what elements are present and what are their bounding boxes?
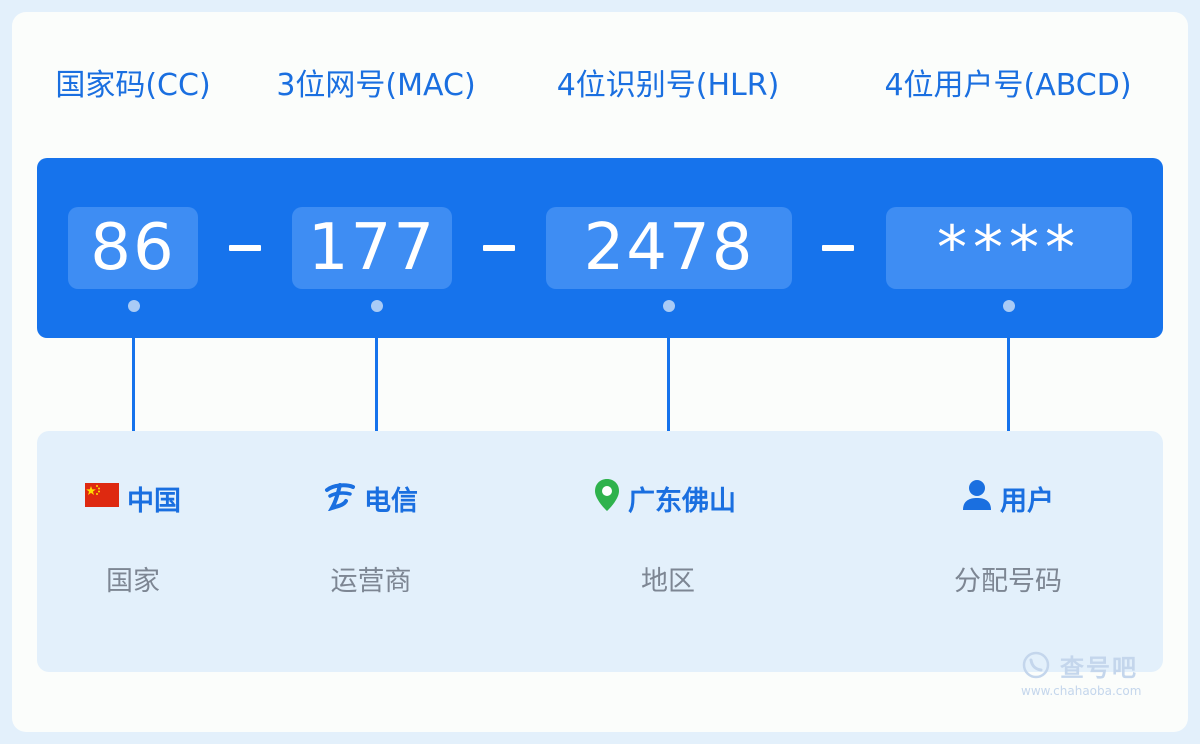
separator-dash [229, 245, 261, 251]
segment-abcd: **** [886, 207, 1132, 289]
segment-mac: 177 [292, 207, 452, 289]
region-desc: 地区 [641, 566, 695, 597]
connector-dot [128, 300, 140, 312]
connector-dot [371, 300, 383, 312]
china-flag-icon [85, 482, 119, 522]
region-label: 广东佛山 [594, 478, 736, 522]
segment-hlr: 2478 [546, 207, 792, 289]
carrier-label: 电信 [324, 482, 418, 522]
region-value: 广东佛山 [628, 486, 736, 517]
carrier-desc: 运营商 [330, 566, 412, 597]
segment-cc: 86 [68, 207, 198, 289]
connector-line [1007, 338, 1010, 431]
connector-line [667, 338, 670, 431]
connector-dot [663, 300, 675, 312]
header-user-code: 4位用户号(ABCD) [884, 68, 1132, 103]
detail-panel [37, 431, 1163, 672]
connector-line [375, 338, 378, 431]
user-label: 用户 [962, 479, 1054, 522]
user-icon [962, 479, 992, 526]
watermark-brand: 查号吧 [1060, 654, 1138, 682]
china-telecom-logo-icon [324, 479, 356, 526]
carrier-value: 电信 [364, 486, 418, 517]
country-label: 中国 [85, 482, 181, 522]
separator-dash [822, 245, 854, 251]
header-country-code: 国家码(CC) [55, 68, 211, 103]
separator-dash [483, 245, 515, 251]
watermark-url: www.chahaoba.com [1021, 684, 1142, 698]
user-value: 用户 [1000, 486, 1054, 517]
country-desc: 国家 [106, 566, 160, 597]
header-network-code: 3位网号(MAC) [276, 68, 476, 103]
header-hlr-code: 4位识别号(HLR) [556, 68, 780, 103]
location-pin-icon [594, 478, 620, 527]
country-value: 中国 [127, 486, 181, 517]
connector-line [132, 338, 135, 431]
chahaoba-logo-icon [1021, 650, 1051, 684]
user-desc: 分配号码 [954, 566, 1062, 597]
connector-dot [1003, 300, 1015, 312]
